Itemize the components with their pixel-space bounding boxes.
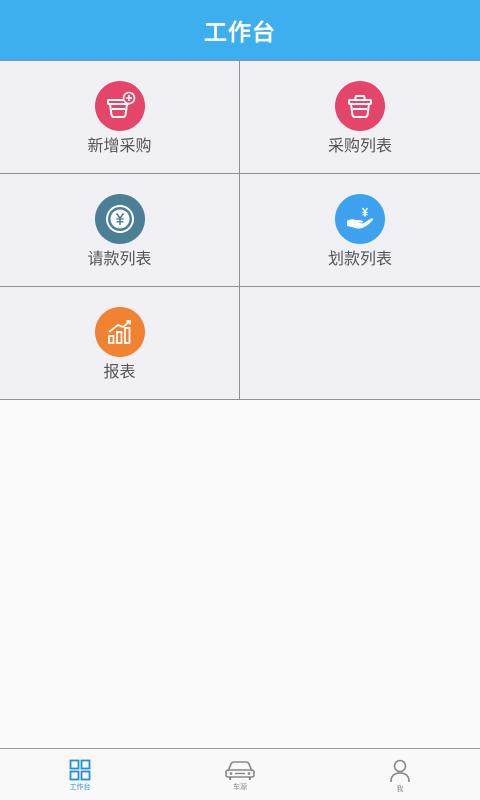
tab-me[interactable]: 我 (320, 749, 480, 800)
tab-car-source[interactable]: 车源 (160, 749, 320, 800)
menu-item-label: 新增采购 (87, 136, 152, 155)
page-title: 工作台 (204, 20, 276, 46)
menu-item-new-purchase[interactable]: 新增采购 (0, 61, 240, 174)
tab-label: 车源 (233, 783, 247, 791)
user-icon (390, 759, 410, 783)
basket-add-icon (94, 81, 145, 131)
menu-item-reports[interactable]: 报表 (0, 287, 240, 400)
menu-item-label: 请款列表 (87, 249, 152, 268)
menu-item-label: 采购列表 (327, 136, 392, 155)
menu-item-label: 划款列表 (327, 249, 392, 268)
menu-item-purchase-list[interactable]: 采购列表 (240, 61, 480, 174)
menu-item-label: 报表 (103, 362, 136, 381)
menu-item-payment-request-list[interactable]: 请款列表 (0, 174, 240, 287)
yuan-coin-icon (94, 194, 145, 244)
grid-icon (69, 759, 91, 781)
menu-item-transfer-list[interactable]: 划款列表 (240, 174, 480, 287)
menu-grid: 新增采购 采购列表 请款列表 划款列表 报表 (0, 60, 480, 400)
menu-cell-empty (240, 287, 480, 400)
hand-yuan-icon (335, 194, 385, 244)
app-header: 工作台 (0, 0, 480, 60)
tab-label: 我 (396, 785, 404, 793)
bottom-tab-bar: 工作台 车源 我 (0, 748, 480, 800)
tab-label: 工作台 (69, 783, 91, 791)
car-icon (225, 761, 255, 780)
basket-icon (335, 81, 385, 131)
tab-workbench[interactable]: 工作台 (0, 749, 160, 800)
bar-chart-icon (94, 307, 145, 357)
